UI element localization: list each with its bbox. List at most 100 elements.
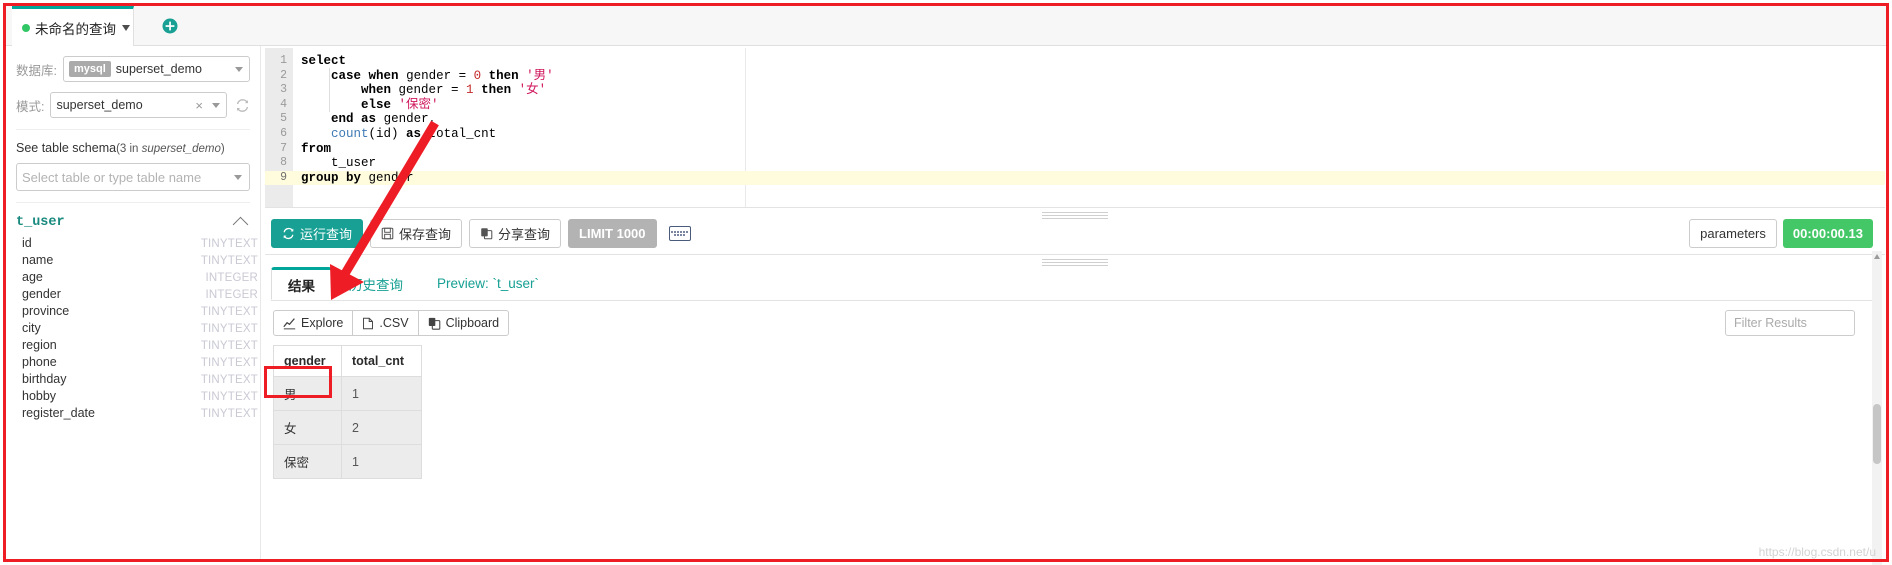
schema-count-suffix: ) bbox=[220, 143, 225, 155]
editor-line[interactable]: 9 group by gender bbox=[265, 170, 1885, 186]
results-table-cell: 1 bbox=[341, 376, 422, 411]
results-column-header[interactable]: total_cnt bbox=[341, 345, 422, 377]
results-tab[interactable]: 历史查询 bbox=[332, 267, 420, 300]
column-row[interactable]: region TINYTEXT bbox=[6, 338, 260, 355]
editor-line-code: count(id) as total_cnt bbox=[331, 126, 497, 141]
chevron-down-icon bbox=[235, 66, 243, 72]
scrollbar-thumb[interactable] bbox=[1873, 404, 1881, 464]
column-type: TINYTEXT bbox=[200, 306, 258, 318]
results-tab[interactable]: 结果 bbox=[271, 267, 332, 300]
watermark-text: https://blog.csdn.net/u bbox=[1758, 545, 1876, 559]
column-row[interactable]: province TINYTEXT bbox=[6, 304, 260, 321]
column-row[interactable]: name TINYTEXT bbox=[6, 253, 260, 270]
column-row[interactable]: hobby TINYTEXT bbox=[6, 389, 260, 406]
action-label: Clipboard bbox=[445, 316, 500, 330]
column-row[interactable]: gender INTEGER bbox=[6, 287, 260, 304]
column-type: TINYTEXT bbox=[200, 323, 258, 335]
results-table-body: 男 1 女 2 保密 1 bbox=[273, 376, 422, 479]
editor-line[interactable]: 6 count(id) as total_cnt bbox=[265, 127, 1885, 142]
query-tab-untitled[interactable]: 未命名的查询 bbox=[12, 6, 134, 46]
editor-line[interactable]: 7 from bbox=[265, 142, 1885, 157]
explore-button[interactable]: Explore bbox=[273, 310, 354, 336]
results-table: gender total_cnt 男 1 女 2 保密 1 bbox=[273, 345, 422, 479]
results-column-header[interactable]: gender bbox=[273, 345, 342, 377]
refresh-schema-button[interactable] bbox=[234, 95, 250, 115]
clipboard-button[interactable]: Clipboard bbox=[417, 310, 510, 336]
table-select[interactable]: Select table or type table name bbox=[16, 163, 250, 191]
column-row[interactable]: id TINYTEXT bbox=[6, 236, 260, 253]
column-type: TINYTEXT bbox=[200, 374, 258, 386]
editor-line-code: else '保密' bbox=[361, 97, 439, 112]
plus-circle-icon bbox=[162, 18, 178, 34]
chevron-down-icon bbox=[212, 102, 220, 108]
column-row[interactable]: register_date TINYTEXT bbox=[6, 406, 260, 423]
parameters-button[interactable]: parameters bbox=[1689, 219, 1777, 248]
results-vertical-scrollbar[interactable] bbox=[1872, 251, 1882, 565]
column-row[interactable]: city TINYTEXT bbox=[6, 321, 260, 338]
results-table-cell: 保密 bbox=[273, 444, 342, 479]
schema-select[interactable]: superset_demo × bbox=[50, 92, 227, 118]
column-row[interactable]: age INTEGER bbox=[6, 270, 260, 287]
results-table-cell: 男 bbox=[273, 376, 342, 411]
share-query-button[interactable]: 分享查询 bbox=[469, 219, 562, 248]
query-timer: 00:00:00.13 bbox=[1782, 219, 1873, 248]
editor-line[interactable]: 3 when gender = 1 then '女' bbox=[265, 83, 1885, 98]
csv-button[interactable]: .CSV bbox=[352, 310, 419, 336]
add-query-tab-button[interactable] bbox=[162, 18, 178, 34]
column-name: phone bbox=[22, 355, 57, 369]
editor-line-code: t_user bbox=[301, 156, 377, 171]
column-name: name bbox=[22, 253, 54, 267]
column-type: TINYTEXT bbox=[200, 357, 258, 369]
clear-schema-icon[interactable]: × bbox=[195, 98, 203, 113]
save-query-button[interactable]: 保存查询 bbox=[370, 219, 463, 248]
column-row[interactable]: phone TINYTEXT bbox=[6, 355, 260, 372]
editor-line[interactable]: 8 t_user bbox=[265, 156, 1885, 171]
chevron-down-icon[interactable] bbox=[122, 24, 130, 31]
action-label: Explore bbox=[301, 316, 344, 330]
editor-resize-handle[interactable] bbox=[1042, 210, 1108, 219]
schema-count-prefix: (3 in bbox=[116, 143, 142, 155]
file-icon bbox=[362, 317, 374, 330]
column-name: age bbox=[22, 270, 43, 284]
results-tabs-rule bbox=[271, 300, 1879, 301]
results-table-row: 保密 1 bbox=[273, 444, 422, 479]
editor-line-number: 4 bbox=[280, 97, 287, 111]
run-query-button[interactable]: 运行查询 bbox=[271, 219, 364, 248]
sql-code-editor[interactable]: 1 select 2 case when gender = 0 then '男' 3 … bbox=[265, 48, 1885, 208]
results-pane: 结果 历史查询 Preview: `t_user` Explore .CSV Clipb… bbox=[265, 254, 1885, 554]
chart-line-icon bbox=[283, 317, 296, 330]
database-label: 数据库: bbox=[16, 63, 57, 78]
editor-line[interactable]: 5 end as gender, bbox=[265, 112, 1885, 127]
results-resize-handle[interactable] bbox=[1042, 257, 1108, 266]
chevron-up-icon[interactable] bbox=[232, 216, 249, 232]
column-row[interactable]: birthday TINYTEXT bbox=[6, 372, 260, 389]
editor-line-code: select bbox=[301, 54, 347, 68]
keyboard-shortcuts-icon[interactable] bbox=[668, 226, 691, 241]
action-label: .CSV bbox=[379, 316, 409, 330]
scroll-up-arrow-icon[interactable] bbox=[1874, 254, 1880, 259]
database-select[interactable]: mysql superset_demo bbox=[62, 56, 250, 82]
save-icon bbox=[381, 227, 394, 240]
run-query-label: 运行查询 bbox=[300, 227, 353, 242]
results-action-bar: Explore .CSV Clipboard bbox=[273, 310, 510, 336]
results-tab[interactable]: Preview: `t_user` bbox=[420, 267, 556, 300]
column-type: INTEGER bbox=[205, 289, 258, 301]
limit-label: LIMIT 1000 bbox=[579, 226, 646, 241]
editor-line[interactable]: 4 else '保密' bbox=[265, 98, 1885, 113]
copy-icon bbox=[428, 317, 441, 330]
editor-line-code: group by gender bbox=[301, 170, 414, 185]
table-schema-header: t_user bbox=[6, 203, 260, 232]
table-name-label[interactable]: t_user bbox=[16, 215, 235, 230]
editor-line[interactable]: 2 case when gender = 0 then '男' bbox=[265, 69, 1885, 84]
editor-line-number: 5 bbox=[280, 112, 287, 126]
limit-dropdown[interactable]: LIMIT 1000 bbox=[568, 219, 657, 248]
green-status-dot bbox=[22, 23, 30, 32]
filter-results-input[interactable]: Filter Results bbox=[1725, 310, 1855, 336]
editor-line-number: 8 bbox=[280, 156, 287, 170]
see-table-schema-text: See table schema(3 in superset_demo) bbox=[6, 130, 260, 155]
results-table-header-row: gender total_cnt bbox=[273, 345, 422, 377]
copy-icon bbox=[481, 228, 493, 240]
results-table-row: 男1 bbox=[273, 376, 422, 411]
editor-line-number: 1 bbox=[280, 54, 287, 67]
editor-line[interactable]: 1 select bbox=[265, 54, 1885, 69]
